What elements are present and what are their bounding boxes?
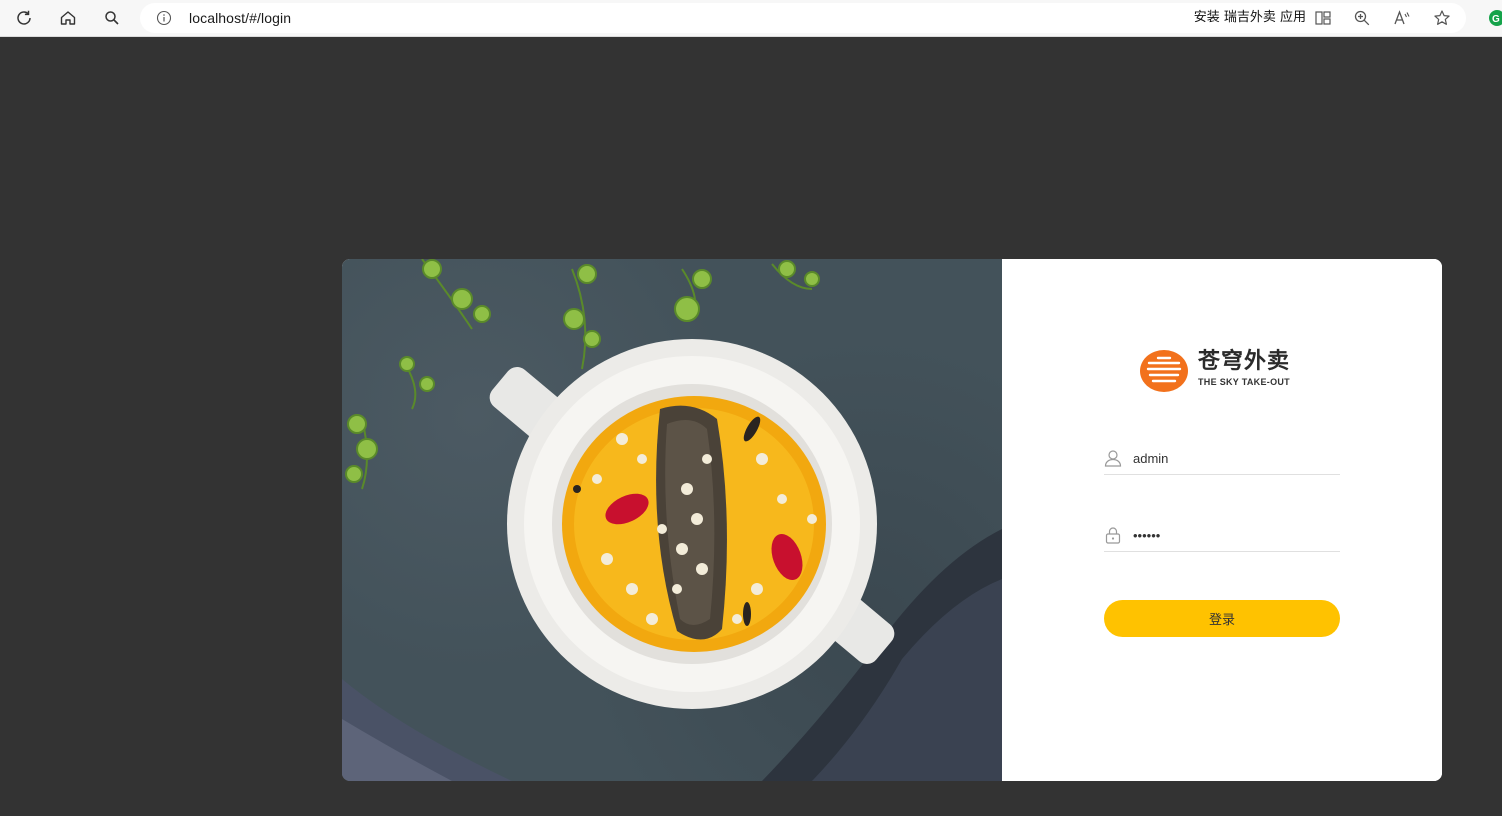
password-input[interactable] bbox=[1133, 526, 1333, 544]
read-aloud-icon[interactable] bbox=[1393, 9, 1411, 27]
logo-english-text: THE SKY TAKE-OUT bbox=[1198, 377, 1290, 387]
username-input[interactable] bbox=[1133, 449, 1333, 467]
install-app-button[interactable]: 安装 瑞吉外卖 应用 bbox=[1194, 10, 1306, 26]
search-icon[interactable] bbox=[98, 5, 126, 31]
password-field bbox=[1104, 518, 1340, 552]
username-field bbox=[1104, 441, 1340, 475]
browser-toolbar: localhost/#/login 安装 瑞吉外卖 应用 G bbox=[0, 0, 1502, 37]
home-icon[interactable] bbox=[54, 5, 82, 31]
food-photo bbox=[342, 259, 1002, 781]
svg-text:G: G bbox=[1492, 14, 1500, 25]
lock-icon bbox=[1105, 527, 1121, 544]
zoom-icon[interactable] bbox=[1353, 9, 1371, 27]
logo-chinese-text: 苍穹外卖 bbox=[1198, 349, 1291, 374]
address-bar[interactable]: localhost/#/login 安装 瑞吉外卖 应用 bbox=[140, 3, 1466, 33]
login-button[interactable]: 登录 bbox=[1104, 600, 1340, 637]
favorite-icon[interactable] bbox=[1433, 9, 1451, 27]
login-panel: 苍穹外卖 THE SKY TAKE-OUT 登录 bbox=[1002, 259, 1442, 781]
url-text[interactable]: localhost/#/login bbox=[189, 10, 291, 26]
app-icon[interactable] bbox=[1314, 9, 1332, 27]
brand-logo: 苍穹外卖 THE SKY TAKE-OUT bbox=[1140, 349, 1310, 393]
info-icon[interactable] bbox=[156, 10, 172, 26]
user-icon bbox=[1104, 450, 1122, 467]
logo-mark-icon bbox=[1140, 350, 1188, 392]
login-card: 苍穹外卖 THE SKY TAKE-OUT 登录 bbox=[342, 259, 1442, 781]
extension-icon[interactable]: G bbox=[1487, 10, 1502, 26]
refresh-icon[interactable] bbox=[10, 5, 38, 31]
